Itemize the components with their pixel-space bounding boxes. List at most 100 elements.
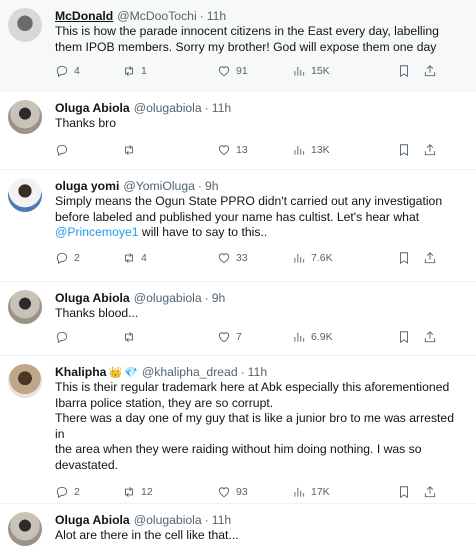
author-handle[interactable]: @olugabiola xyxy=(134,513,202,527)
view-count: 6.9K xyxy=(311,331,333,344)
like-button[interactable]: 91 xyxy=(217,64,292,78)
heart-icon xyxy=(218,66,230,76)
views-button[interactable]: 17K xyxy=(292,485,397,499)
like-button[interactable]: 7 xyxy=(217,330,292,344)
separator: · xyxy=(204,101,209,115)
text-line: Alot are there in the cell like that... xyxy=(55,528,239,542)
retweet-button[interactable] xyxy=(122,143,217,157)
timestamp[interactable]: 11h xyxy=(207,9,226,23)
retweet-button[interactable]: 12 xyxy=(122,485,217,499)
bookmark-icon xyxy=(400,144,408,157)
avatar[interactable] xyxy=(8,100,42,134)
tweet[interactable]: Khalipha 👑 💎 @khalipha_dread · 11h This … xyxy=(0,356,476,504)
separator: · xyxy=(204,291,209,305)
avatar[interactable] xyxy=(8,8,42,42)
author-handle[interactable]: @olugabiola xyxy=(134,291,202,305)
action-bar: 2 12 93 17K xyxy=(55,477,466,508)
author-handle[interactable]: @YomiOluga xyxy=(123,179,195,193)
reply-icon xyxy=(56,253,68,265)
separator: · xyxy=(240,365,245,379)
author-name[interactable]: oluga yomi xyxy=(55,179,119,193)
timestamp[interactable]: 11h xyxy=(248,365,267,379)
reply-thread: McDonald @McDooTochi · 11h This is how t… xyxy=(0,0,476,556)
reply-button[interactable] xyxy=(55,143,122,157)
separator: · xyxy=(197,179,202,193)
bookmark-button[interactable] xyxy=(397,251,423,265)
heart-icon xyxy=(218,332,230,343)
reply-button[interactable] xyxy=(55,330,122,344)
bookmark-button[interactable] xyxy=(397,330,423,344)
tweet-text: This is their regular trademark here at … xyxy=(55,380,466,474)
tweet[interactable]: Oluga Abiola @olugabiola · 11h Thanks br… xyxy=(0,92,476,170)
tweet-text: This is how the parade innocent citizens… xyxy=(55,24,466,55)
retweet-button[interactable]: 1 xyxy=(122,64,217,78)
reply-icon xyxy=(56,144,68,157)
avatar[interactable] xyxy=(8,178,42,212)
gem-emoji: 💎 xyxy=(124,366,138,379)
author-handle[interactable]: @khalipha_dread xyxy=(142,365,238,379)
timestamp[interactable]: 11h xyxy=(212,101,231,115)
text-line: the area when they were raiding without … xyxy=(55,442,422,457)
timestamp[interactable]: 9h xyxy=(205,179,219,193)
tweet[interactable]: McDonald @McDooTochi · 11h This is how t… xyxy=(0,0,476,92)
views-button[interactable]: 15K xyxy=(292,64,397,78)
mention-link[interactable]: @Princemoye1 xyxy=(55,225,139,239)
views-button[interactable]: 7.6K xyxy=(292,251,397,265)
share-icon xyxy=(424,331,436,343)
tweet[interactable]: Oluga Abiola @olugabiola · 9h Thanks blo… xyxy=(0,282,476,356)
separator: · xyxy=(204,513,209,527)
avatar[interactable] xyxy=(8,364,42,398)
views-chart-icon xyxy=(294,146,305,155)
bookmark-button[interactable] xyxy=(397,64,423,78)
views-button[interactable]: 13K xyxy=(292,143,397,157)
timestamp[interactable]: 9h xyxy=(212,291,226,305)
reply-button[interactable]: 2 xyxy=(55,251,122,265)
author-name[interactable]: McDonald xyxy=(55,9,113,23)
retweet-icon xyxy=(125,253,133,264)
reply-button[interactable]: 2 xyxy=(55,485,122,499)
action-bar: 13 13K xyxy=(55,135,466,166)
like-count: 93 xyxy=(236,486,248,499)
share-button[interactable] xyxy=(423,330,437,344)
author-name[interactable]: Oluga Abiola xyxy=(55,291,130,305)
tweet[interactable]: oluga yomi @YomiOluga · 9h Simply means … xyxy=(0,170,476,282)
bookmark-icon xyxy=(400,486,408,499)
author-name[interactable]: Khalipha xyxy=(55,365,106,379)
text-line: them IPOB members. Sorry my brother! God… xyxy=(55,39,437,54)
crown-emoji: 👑 xyxy=(108,366,123,379)
reply-button[interactable]: 4 xyxy=(55,64,122,78)
author-name[interactable]: Oluga Abiola xyxy=(55,101,130,115)
share-icon xyxy=(424,144,436,156)
retweet-button[interactable] xyxy=(122,330,217,344)
reply-count: 2 xyxy=(74,486,80,499)
bookmark-icon xyxy=(400,331,408,344)
text-line: This is their regular trademark here at … xyxy=(55,380,450,394)
author-name[interactable]: Oluga Abiola xyxy=(55,513,130,527)
views-chart-icon xyxy=(294,333,305,342)
bookmark-icon xyxy=(400,64,408,77)
avatar[interactable] xyxy=(8,512,42,546)
share-button[interactable] xyxy=(423,64,437,78)
tweet-text: Alot are there in the cell like that... xyxy=(55,528,466,544)
share-button[interactable] xyxy=(423,251,437,265)
view-count: 17K xyxy=(311,486,330,499)
retweet-count: 4 xyxy=(141,252,147,265)
like-button[interactable]: 13 xyxy=(217,143,292,157)
like-button[interactable]: 93 xyxy=(217,485,292,499)
tweet[interactable]: Oluga Abiola @olugabiola · 11h Alot are … xyxy=(0,504,476,556)
text-fragment: will have to say to this.. xyxy=(138,225,268,240)
timestamp[interactable]: 11h xyxy=(212,513,231,527)
share-button[interactable] xyxy=(423,485,437,499)
author-handle[interactable]: @olugabiola xyxy=(134,101,202,115)
avatar[interactable] xyxy=(8,290,42,324)
bookmark-button[interactable] xyxy=(397,485,423,499)
share-button[interactable] xyxy=(423,143,437,157)
like-count: 91 xyxy=(236,64,248,77)
views-button[interactable]: 6.9K xyxy=(292,330,397,344)
tweet-text: Simply means the Ogun State PPRO didn't … xyxy=(55,194,466,241)
like-button[interactable]: 33 xyxy=(217,251,292,265)
bookmark-button[interactable] xyxy=(397,143,423,157)
action-bar: 7 6.9K xyxy=(55,322,466,353)
retweet-button[interactable]: 4 xyxy=(122,251,217,265)
author-handle[interactable]: @McDooTochi xyxy=(117,9,196,23)
